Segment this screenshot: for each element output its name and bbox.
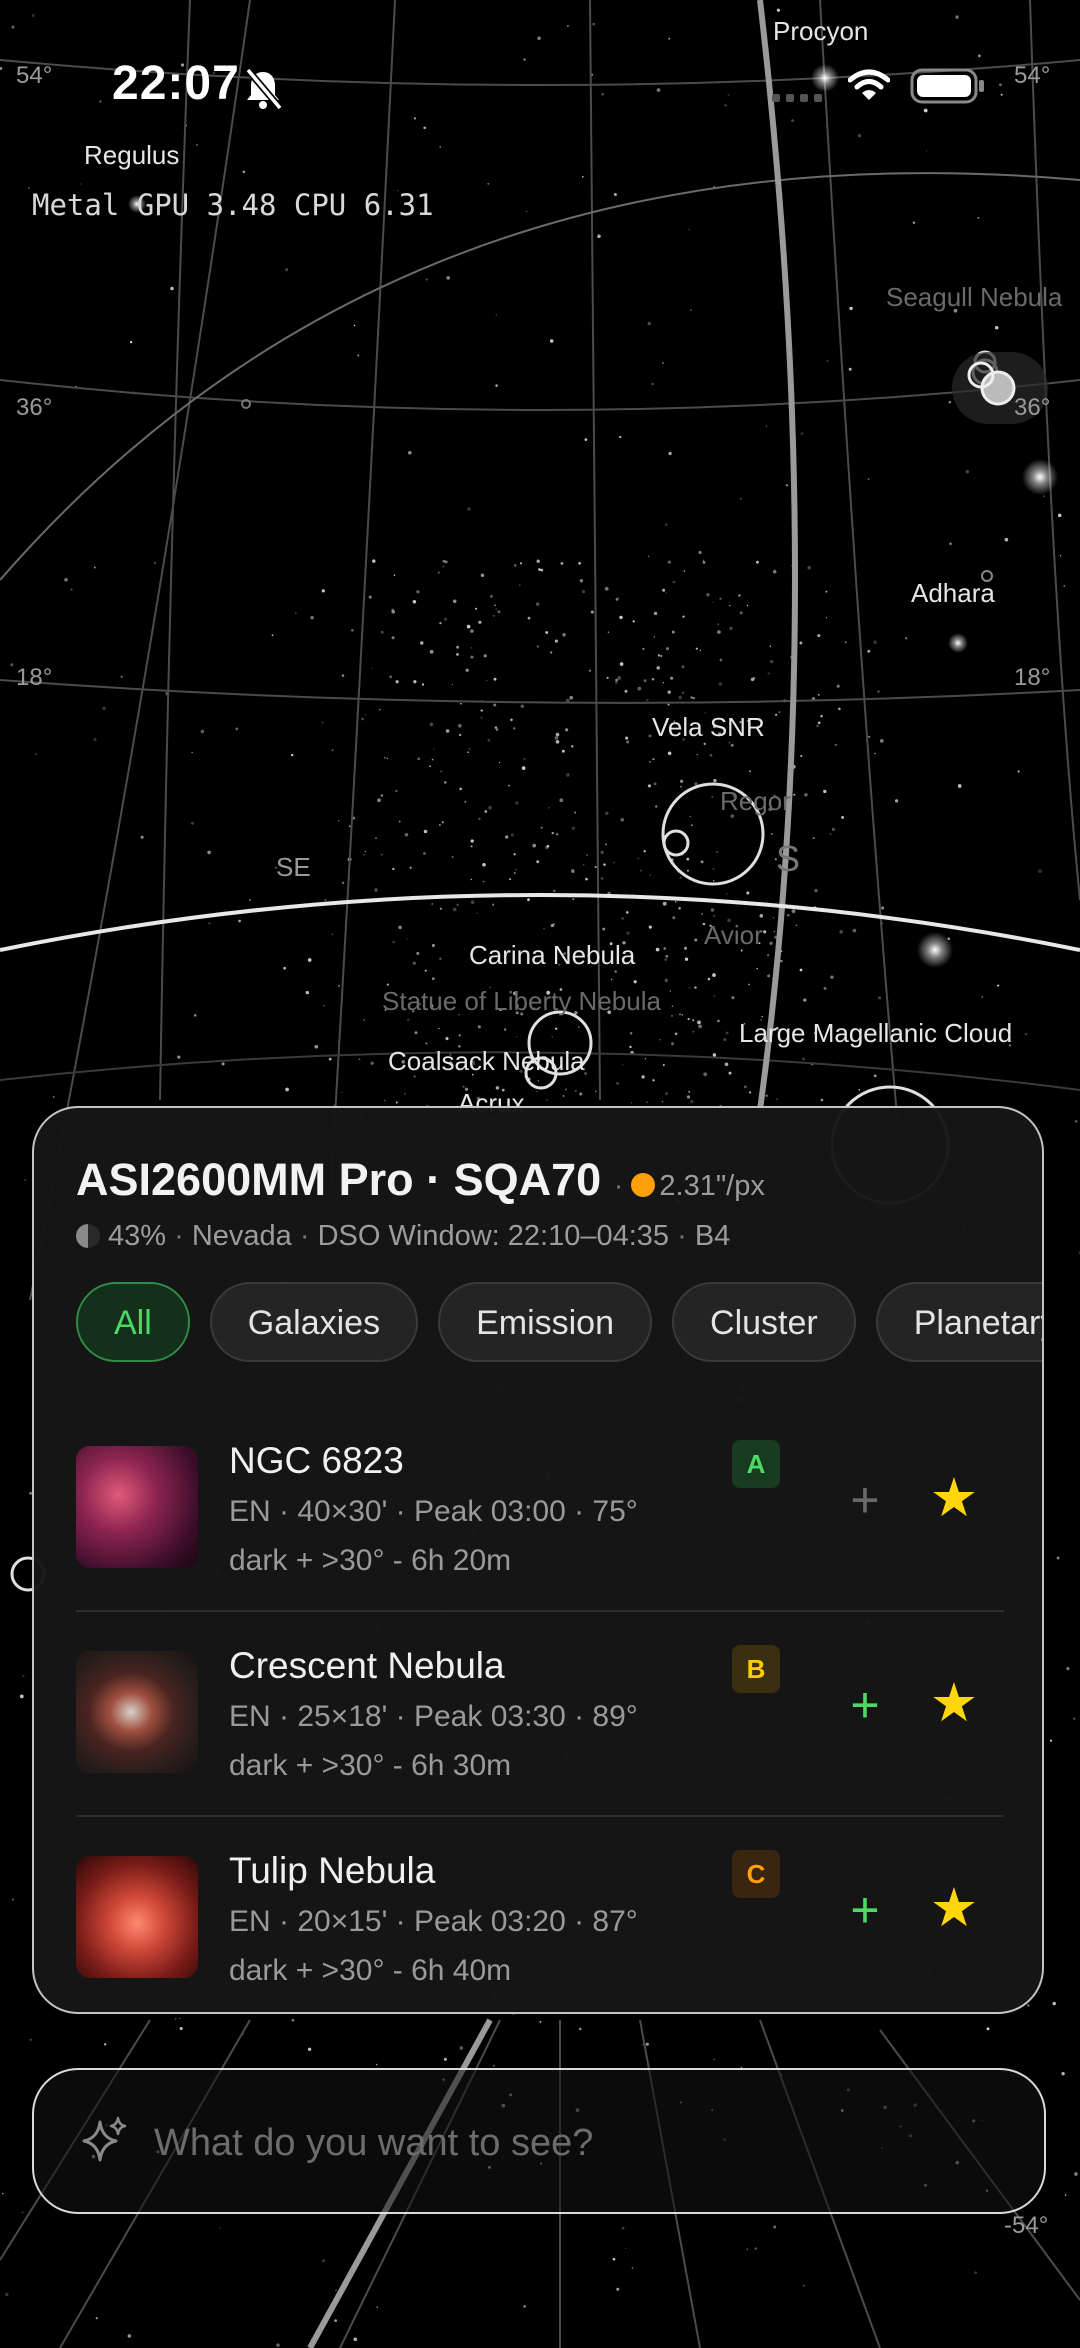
status-time: 22:07	[112, 57, 240, 110]
favorite-star-icon[interactable]: ★	[924, 1671, 984, 1735]
filter-emission[interactable]: Emission	[438, 1282, 653, 1362]
target-panel: ASI2600MM Pro · SQA70 · 2.31"/px 43% · N…	[32, 1106, 1044, 2014]
favorite-star-icon[interactable]: ★	[924, 1876, 984, 1940]
label-statue-of-liberty-nebula[interactable]: Statue of Liberty Nebula	[382, 986, 661, 1017]
grade-badge: A	[732, 1440, 780, 1488]
star-label-regulus[interactable]: Regulus	[84, 140, 179, 171]
sparkles-icon	[82, 2116, 127, 2162]
battery-icon	[910, 68, 984, 104]
bortle-class: B4	[694, 1220, 731, 1252]
target-name: Crescent Nebula	[229, 1645, 505, 1686]
performance-overlay: Metal GPU 3.48 CPU 6.31	[32, 188, 434, 222]
bell-slash-icon	[245, 67, 283, 110]
filter-galaxies[interactable]: Galaxies	[209, 1282, 419, 1362]
grade-badge: C	[732, 1850, 780, 1898]
favorite-star-icon[interactable]: ★	[924, 1466, 984, 1530]
target-visibility: dark + >30° - 6h 30m	[229, 1749, 512, 1782]
session-info: 43% · Nevada · DSO Window: 22:10–04:35 ·…	[76, 1220, 730, 1253]
search-input[interactable]	[152, 2110, 996, 2176]
search-bar[interactable]	[32, 2068, 1046, 2214]
target-meta: EN · 40×30' · Peak 03:00 · 75°	[229, 1495, 638, 1528]
star-label-adhara[interactable]: Adhara	[911, 578, 995, 609]
dso-window: DSO Window: 22:10–04:35	[317, 1220, 670, 1252]
target-thumbnail	[76, 1651, 198, 1773]
wifi-icon	[848, 69, 890, 100]
target-row-crescent-nebula[interactable]: Crescent Nebula EN · 25×18' · Peak 03:30…	[76, 1611, 1004, 1816]
target-meta: EN · 20×15' · Peak 03:20 · 87°	[229, 1905, 638, 1938]
target-visibility: dark + >30° - 6h 20m	[229, 1544, 512, 1577]
filter-all[interactable]: All	[76, 1282, 190, 1362]
add-target-button[interactable]: +	[840, 1880, 890, 1940]
grid-label: 36°	[1014, 394, 1051, 421]
star-label-regor[interactable]: Regor	[720, 786, 791, 817]
moon-percent: 43%	[108, 1220, 167, 1252]
grid-label: 54°	[1014, 62, 1051, 89]
target-name: Tulip Nebula	[229, 1850, 436, 1891]
grid-label: 18°	[1014, 664, 1051, 691]
grid-label: 18°	[16, 664, 53, 691]
compass-south: S	[776, 838, 801, 879]
target-name: NGC 6823	[229, 1440, 404, 1481]
target-meta: EN · 25×18' · Peak 03:30 · 89°	[229, 1700, 638, 1733]
grid-label: 36°	[16, 394, 53, 421]
status-dot	[631, 1173, 656, 1197]
moon-phase-icon	[76, 1224, 100, 1248]
filter-cluster[interactable]: Cluster	[672, 1282, 856, 1362]
label-coalsack-nebula[interactable]: Coalsack Nebula	[388, 1046, 585, 1077]
separator: ·	[677, 1220, 687, 1252]
location: Nevada	[191, 1220, 292, 1252]
filter-planetary[interactable]: Planetary	[875, 1282, 1042, 1362]
compass-southeast: SE	[276, 852, 311, 882]
label-carina-nebula[interactable]: Carina Nebula	[469, 940, 635, 971]
grid-label: -54°	[1004, 2212, 1049, 2239]
target-thumbnail	[76, 1446, 198, 1568]
star-label-avior[interactable]: Avior	[704, 920, 763, 951]
signal-icon	[772, 94, 822, 102]
label-large-magellanic-cloud[interactable]: Large Magellanic Cloud	[739, 1018, 1012, 1049]
label-seagull-nebula[interactable]: Seagull Nebula	[886, 282, 1062, 313]
label-vela-snr[interactable]: Vela SNR	[652, 712, 765, 743]
rig-name: ASI2600MM Pro · SQA70	[76, 1154, 602, 1205]
add-target-button[interactable]: +	[840, 1675, 890, 1735]
separator: ·	[174, 1220, 184, 1252]
separator: ·	[299, 1220, 310, 1252]
target-visibility: dark + >30° - 6h 40m	[229, 1954, 512, 1987]
title-separator: ·	[613, 1170, 624, 1202]
filter-chips: All Galaxies Emission Cluster Planetary	[76, 1282, 1042, 1362]
pixel-scale: 2.31"/px	[659, 1170, 765, 1202]
grade-badge: B	[732, 1645, 780, 1693]
grid-label: 54°	[16, 62, 53, 89]
target-row-tulip-nebula[interactable]: Tulip Nebula EN · 20×15' · Peak 03:20 · …	[76, 1816, 1004, 2012]
rig-title[interactable]: ASI2600MM Pro · SQA70 · 2.31"/px	[76, 1154, 765, 1206]
star-label-procyon[interactable]: Procyon	[773, 16, 868, 47]
target-thumbnail	[76, 1856, 198, 1978]
add-target-button[interactable]: +	[840, 1470, 890, 1530]
target-row-ngc-6823[interactable]: NGC 6823 EN · 40×30' · Peak 03:00 · 75° …	[76, 1406, 1004, 1611]
